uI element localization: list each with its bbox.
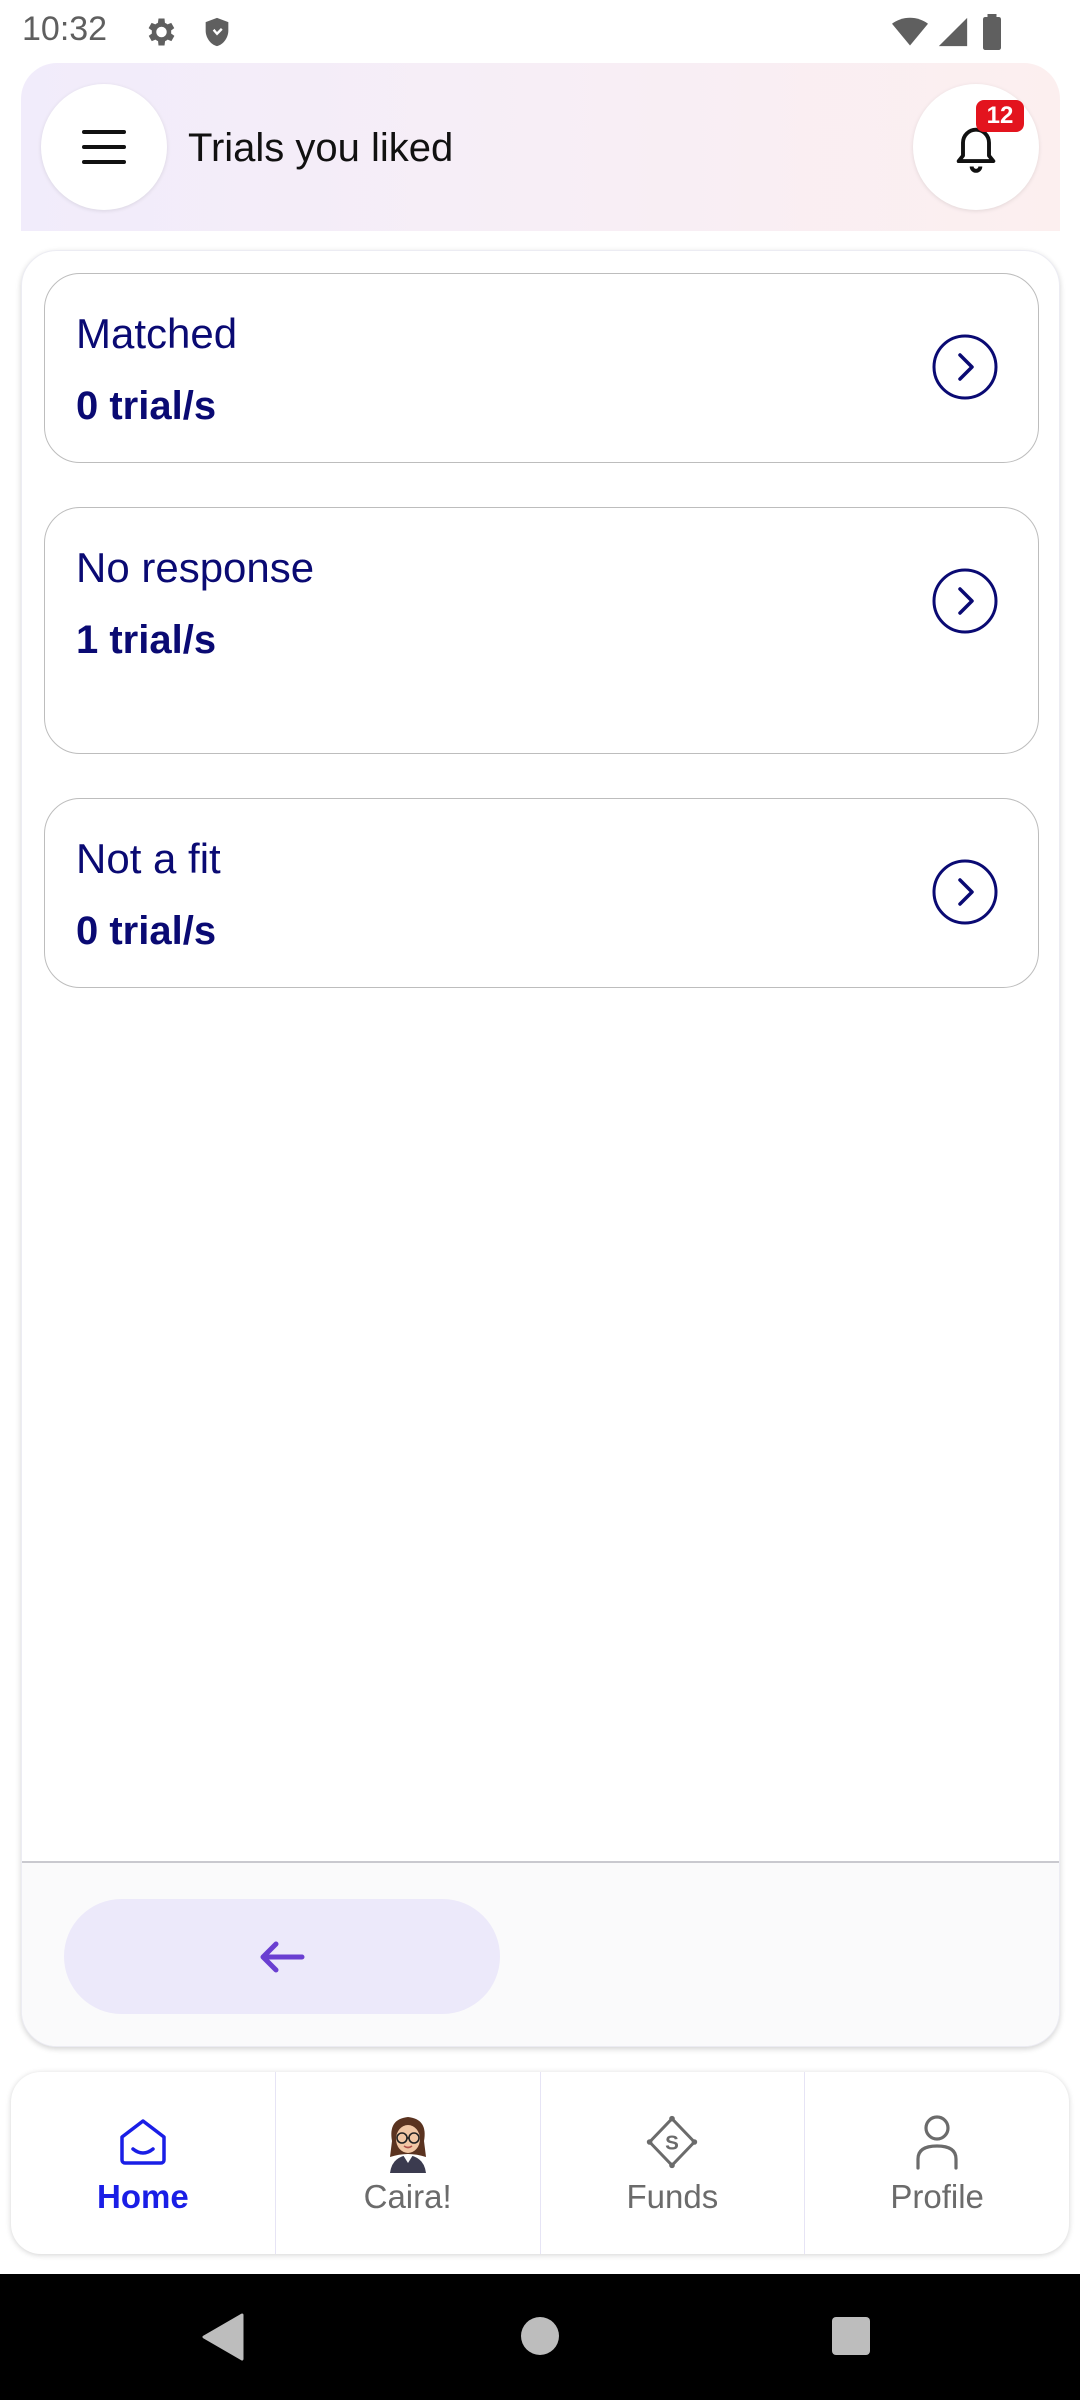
header-bar	[21, 63, 1060, 231]
card-title: Not a fit	[76, 835, 221, 882]
funds-icon: S	[644, 2112, 700, 2172]
card-count: 0 trial/s	[76, 384, 217, 428]
nav-label-funds: Funds	[626, 2178, 719, 2215]
nav-item-profile[interactable]: Profile	[804, 2072, 1069, 2254]
battery-icon	[983, 14, 1001, 50]
card-count: 0 trial/s	[76, 909, 217, 953]
card-title: Matched	[76, 310, 238, 357]
nav-item-caira[interactable]: Caira!	[274, 2072, 540, 2254]
chevron-right-icon[interactable]	[932, 568, 998, 634]
settings-icon	[148, 18, 175, 46]
hamburger-icon	[82, 130, 126, 164]
wifi-icon	[892, 17, 928, 46]
bottom-nav: Home Caira! S Funds Profile	[11, 2072, 1069, 2254]
no-response-card[interactable]: No response 1 trial/s	[44, 507, 1039, 754]
notification-badge: 12	[976, 100, 1024, 132]
chevron-right-icon[interactable]	[932, 334, 998, 400]
nav-label-home: Home	[97, 2178, 189, 2215]
page-title: Trials you liked	[188, 126, 454, 170]
panel-footer	[22, 1861, 1059, 2046]
shield-icon	[205, 17, 229, 47]
home-icon	[115, 2112, 171, 2172]
status-time: 10:32	[22, 10, 108, 48]
status-bar: 10:32	[0, 0, 1080, 62]
nav-item-funds[interactable]: S Funds	[539, 2072, 805, 2254]
not-a-fit-card[interactable]: Not a fit 0 trial/s	[44, 798, 1039, 988]
recents-square-icon[interactable]	[831, 2316, 871, 2356]
back-button[interactable]	[64, 1899, 500, 2014]
card-count: 1 trial/s	[76, 618, 217, 662]
card-title: No response	[76, 544, 315, 591]
back-triangle-icon[interactable]	[200, 2312, 246, 2362]
profile-icon	[909, 2112, 965, 2172]
menu-button[interactable]	[41, 84, 167, 210]
signal-icon	[938, 17, 968, 47]
caira-avatar	[380, 2112, 436, 2173]
svg-text:S: S	[666, 2131, 680, 2154]
nav-label-caira: Caira!	[363, 2178, 452, 2215]
system-nav-bar	[0, 2274, 1080, 2400]
nav-item-home[interactable]: Home	[11, 2072, 275, 2254]
main-panel: Matched 0 trial/s No response 1 trial/s …	[21, 250, 1060, 2047]
chevron-right-icon[interactable]	[932, 859, 998, 925]
arrow-left-icon	[260, 1941, 305, 1972]
matched-card[interactable]: Matched 0 trial/s	[44, 273, 1039, 463]
nav-label-profile: Profile	[890, 2178, 984, 2215]
home-circle-icon[interactable]	[520, 2316, 560, 2356]
